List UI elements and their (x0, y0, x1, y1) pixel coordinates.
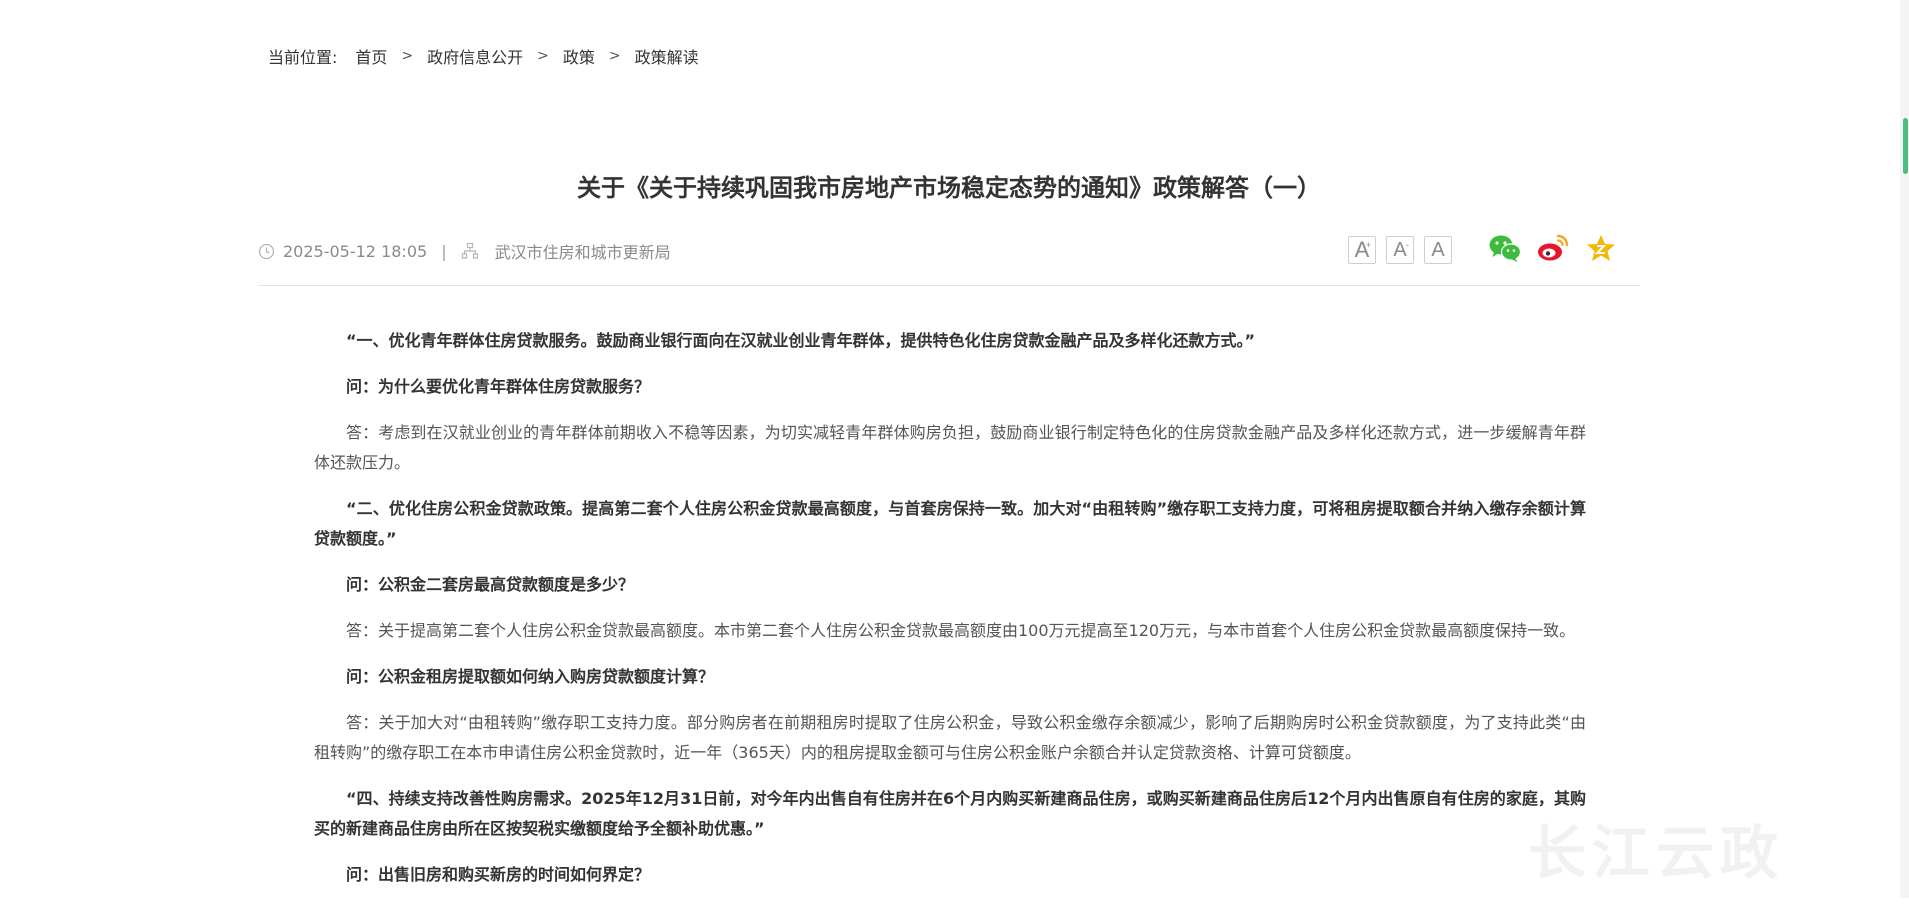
watermark-logo: 长江云政 (1528, 819, 1785, 887)
policy-quote-2: “二、优化住房公积金贷款政策。提高第二套个人住房公积金贷款最高额度，与首套房保持… (314, 499, 1586, 548)
organization-icon (461, 242, 479, 260)
font-increase-plus: + (1365, 240, 1371, 250)
breadcrumb-home-link[interactable]: 首页 (355, 44, 387, 68)
breadcrumb-policy-interpretation-link[interactable]: 政策解读 (635, 44, 699, 68)
font-size-decrease-button[interactable]: A- (1386, 236, 1414, 264)
breadcrumb-prefix: 当前位置: (268, 48, 338, 67)
breadcrumb-policy-link[interactable]: 政策 (563, 44, 595, 68)
answer-3: 答：关于加大对“由租转购”缴存职工支持力度。部分购房者在前期租房时提取了住房公积… (314, 713, 1586, 762)
share-wechat-button[interactable] (1488, 233, 1522, 267)
answer-2: 答：关于提高第二套个人住房公积金贷款最高额度。本市第二套个人住房公积金贷款最高额… (346, 621, 1576, 640)
favorite-star-icon (1585, 233, 1617, 267)
article-tools: A + A- A (1338, 233, 1618, 267)
clock-icon (258, 243, 275, 260)
article-meta-info: 2025-05-12 18:05 | 武汉市住房和城市更新局 (258, 239, 671, 263)
page-scrollbar[interactable] (1900, 0, 1909, 898)
wechat-icon (1488, 233, 1522, 267)
font-decrease-letter: A (1393, 238, 1407, 261)
font-size-increase-button[interactable]: A + (1348, 236, 1376, 264)
breadcrumb-separator: > (608, 48, 621, 64)
breadcrumb-gov-info-link[interactable]: 政府信息公开 (427, 44, 523, 68)
policy-quote-1: “一、优化青年群体住房贷款服务。鼓励商业银行面向在汉就业创业青年群体，提供特色化… (346, 331, 1256, 350)
breadcrumb-separator: > (401, 48, 414, 64)
publish-date: 2025-05-12 18:05 (283, 241, 428, 261)
question-2: 问：公积金二套房最高贷款额度是多少？ (346, 575, 635, 594)
share-favorite-button[interactable] (1584, 233, 1618, 267)
publisher-source: 武汉市住房和城市更新局 (494, 243, 671, 262)
answer-1: 答：考虑到在汉就业创业的青年群体前期收入不稳等因素，为切实减轻青年群体购房负担，… (314, 423, 1586, 472)
share-weibo-button[interactable] (1536, 233, 1570, 267)
article-meta-bar: 2025-05-12 18:05 | 武汉市住房和城市更新局 A + A- A (258, 234, 1640, 286)
article-title: 关于《关于持续巩固我市房地产市场稳定态势的通知》政策解答（一） (577, 174, 1321, 203)
question-1: 问：为什么要优化青年群体住房贷款服务？ (346, 377, 651, 396)
font-decrease-minus: - (1406, 240, 1409, 250)
policy-quote-4: “四、持续支持改善性购房需求。2025年12月31日前，对今年内出售自有住房并在… (314, 789, 1586, 838)
font-reset-letter: A (1431, 238, 1445, 261)
weibo-icon (1536, 233, 1570, 267)
font-size-reset-button[interactable]: A (1424, 236, 1452, 264)
question-3: 问：公积金租房提取额如何纳入购房贷款额度计算？ (346, 667, 715, 686)
scrollbar-thumb[interactable] (1903, 118, 1908, 174)
breadcrumb: 当前位置: 首页 > 政府信息公开 > 政策 > 政策解读 (268, 44, 699, 68)
meta-separator: | (441, 241, 447, 261)
breadcrumb-separator: > (537, 48, 549, 64)
page-container: 当前位置: 首页 > 政府信息公开 > 政策 > 政策解读 关于《关于持续巩固我… (258, 0, 1640, 898)
question-4: 问：出售旧房和购买新房的时间如何界定？ (346, 865, 651, 884)
article-body: “一、优化青年群体住房贷款服务。鼓励商业银行面向在汉就业创业青年群体，提供特色化… (314, 326, 1586, 906)
